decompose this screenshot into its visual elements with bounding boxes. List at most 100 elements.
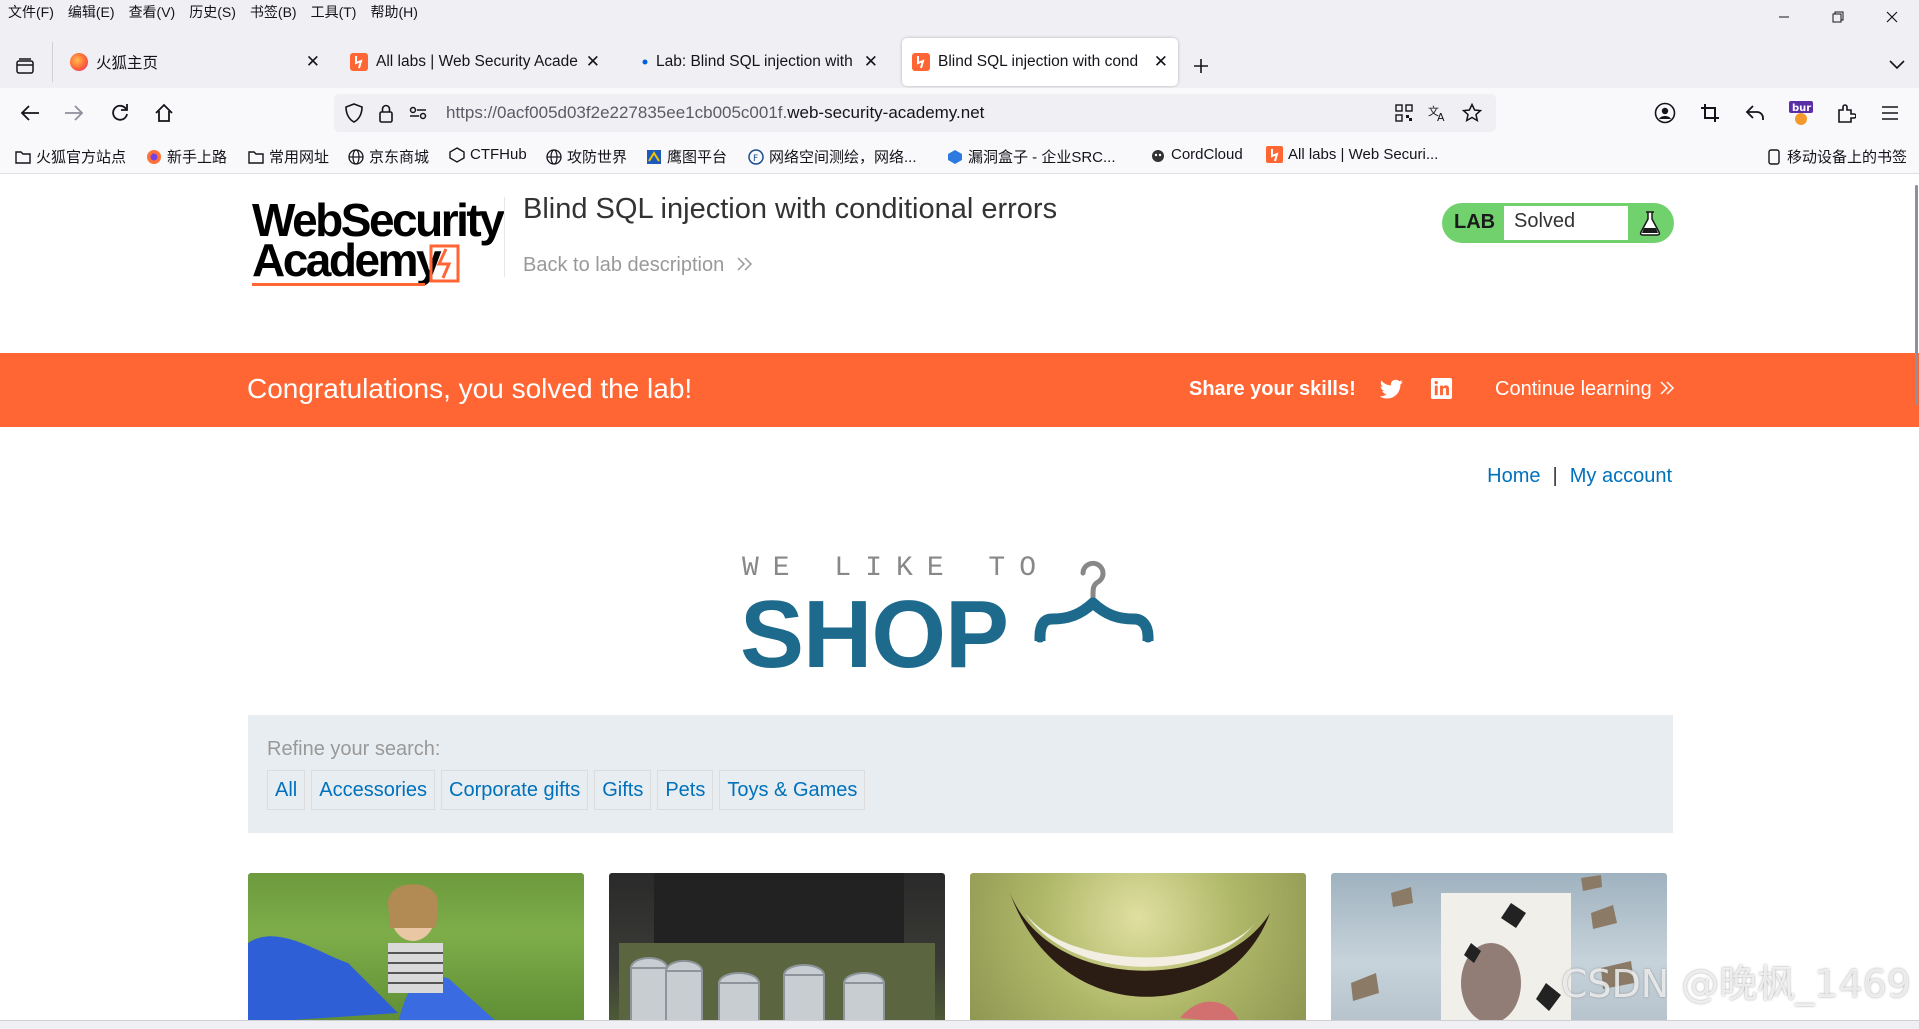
logo-underline [252,283,425,286]
congratulations-message: Congratulations, you solved the lab! [247,373,693,404]
tab-title: Blind SQL injection with cond [938,53,1139,70]
burp-extension-icon[interactable]: bur [1788,100,1814,126]
category-accessories[interactable]: Accessories [311,770,436,810]
continue-learning-link[interactable]: Continue learning [1495,378,1675,401]
plus-icon [1194,59,1208,73]
tab-all-labs[interactable]: All labs | Web Security Acade ✕ [340,38,610,86]
tab-active-lab[interactable]: Blind SQL injection with cond ✕ [902,38,1178,86]
bookmark-item[interactable]: 漏洞盒子 - 企业SRC... [946,146,1116,167]
tab-separator [52,42,53,82]
back-to-lab-description-link[interactable]: Back to lab description [523,254,754,277]
bookmark-item[interactable]: CordCloud [1149,146,1243,163]
menu-help[interactable]: 帮助(H) [363,2,424,22]
shop-tagline: WE LIKE TO [742,553,1051,584]
reload-button[interactable] [104,97,136,129]
product-image[interactable] [609,873,945,1020]
bookmark-item[interactable]: 新手上路 [145,146,227,167]
bookmark-label: 新手上路 [167,149,228,166]
list-all-tabs-button[interactable] [1889,54,1905,75]
bookmark-item[interactable]: 京东商城 [347,146,429,167]
page-scrollbar[interactable] [1913,175,1919,1020]
folder-icon [247,148,264,165]
logo-line2: Academy [252,234,442,286]
product-image[interactable] [248,873,584,1020]
double-chevron-right-icon [1660,381,1675,395]
back-link-label: Back to lab description [523,254,725,276]
url-bar[interactable]: https://0acf005d03f2e227835ee1cb005c001f… [334,94,1496,132]
back-button[interactable] [14,97,46,129]
bookmark-item[interactable]: 攻防世界 [545,146,627,167]
menu-edit[interactable]: 编辑(E) [61,2,122,22]
bookmark-item[interactable]: 火狐官方站点 [14,146,126,167]
account-icon[interactable] [1652,100,1678,126]
menu-view[interactable]: 查看(V) [122,2,183,22]
tracking-shield-icon[interactable] [344,103,364,123]
firefox-icon [145,148,162,165]
bookmark-label: 火狐官方站点 [36,149,127,166]
tab-lab-description[interactable]: Lab: Blind SQL injection with ✕ [630,38,888,86]
web-security-academy-logo[interactable]: WebSecurity Academy [250,197,505,292]
menu-bookmarks[interactable]: 书签(B) [243,2,304,22]
bookmarks-toolbar: 火狐官方站点 新手上路 常用网址 京东商城 CTFHub 攻防世界 鹰图平台 F… [0,138,1919,174]
screenshot-icon[interactable] [1697,100,1723,126]
my-account-link[interactable]: My account [1570,465,1672,488]
menu-history[interactable]: 历史(S) [182,2,243,22]
category-corporate-gifts[interactable]: Corporate gifts [441,770,589,810]
svg-text:F: F [753,154,758,164]
lab-status-widget: LAB Solved [1442,203,1674,243]
product-image[interactable] [970,873,1306,1020]
ctfhub-icon [448,146,465,163]
linkedin-icon[interactable] [1430,377,1453,400]
shop-logo: WE LIKE TO SHOP [740,553,1180,683]
twitter-icon[interactable] [1380,377,1404,401]
close-tab-icon[interactable]: ✕ [864,52,878,72]
bookmark-item[interactable]: 常用网址 [247,146,329,167]
category-list: All Accessories Corporate gifts Gifts Pe… [267,770,871,810]
tab-firefox-home[interactable]: 火狐主页 ✕ [60,38,330,86]
url-text[interactable]: https://0acf005d03f2e227835ee1cb005c001f… [446,103,984,123]
refine-search-label: Refine your search: [267,738,441,760]
bookmark-item[interactable]: CTFHub [448,146,527,163]
category-pets[interactable]: Pets [657,770,714,810]
bookmark-item[interactable]: 移动设备上的书签 [1765,146,1907,167]
scrollbar-thumb[interactable] [1915,185,1918,405]
minimize-icon [1779,16,1789,18]
chevron-down-icon [1889,60,1905,70]
category-gifts[interactable]: Gifts [594,770,652,810]
shop-wordmark: SHOP [740,581,1009,688]
url-prefix: https://0acf005d03f2e227835ee1cb005c001f… [446,103,788,122]
category-all[interactable]: All [267,770,306,810]
new-tab-button[interactable] [1192,54,1210,82]
solved-banner: Congratulations, you solved the lab! Sha… [0,353,1919,427]
bookmark-star-icon[interactable] [1462,103,1482,123]
reload-icon [112,104,128,121]
bookmark-item[interactable]: F 网络空间测绘，网络... [747,146,917,167]
close-tab-icon[interactable]: ✕ [1154,52,1168,72]
home-button[interactable] [148,97,180,129]
forward-button[interactable] [58,97,90,129]
category-toys-games[interactable]: Toys & Games [719,770,866,810]
category-filter: Refine your search: All Accessories Corp… [248,715,1673,833]
fofa-icon: F [747,148,764,165]
translate-icon[interactable]: 文A [1428,103,1448,123]
qr-code-icon[interactable] [1394,103,1414,123]
app-menu-icon[interactable] [1877,100,1903,126]
firefox-icon [70,53,88,71]
flask-icon [1639,211,1661,236]
close-tab-icon[interactable]: ✕ [586,52,600,72]
close-tab-icon[interactable]: ✕ [306,52,320,72]
bookmark-item[interactable]: All labs | Web Securi... [1266,146,1438,163]
menu-tools[interactable]: 工具(T) [304,2,364,22]
extensions-icon[interactable] [1833,100,1859,126]
bean-bag-child-image [248,884,495,1020]
tab-list-button[interactable] [10,52,40,80]
arrow-right-icon [65,105,84,121]
undo-close-icon[interactable] [1742,100,1768,126]
home-link[interactable]: Home [1487,465,1540,488]
permissions-icon[interactable] [408,103,428,123]
menu-file[interactable]: 文件(F) [0,2,61,22]
bookmark-item[interactable]: 鹰图平台 [645,146,727,167]
lock-icon[interactable] [376,103,396,123]
bookmark-label: CTFHub [470,146,527,163]
double-chevron-right-icon [737,257,752,271]
